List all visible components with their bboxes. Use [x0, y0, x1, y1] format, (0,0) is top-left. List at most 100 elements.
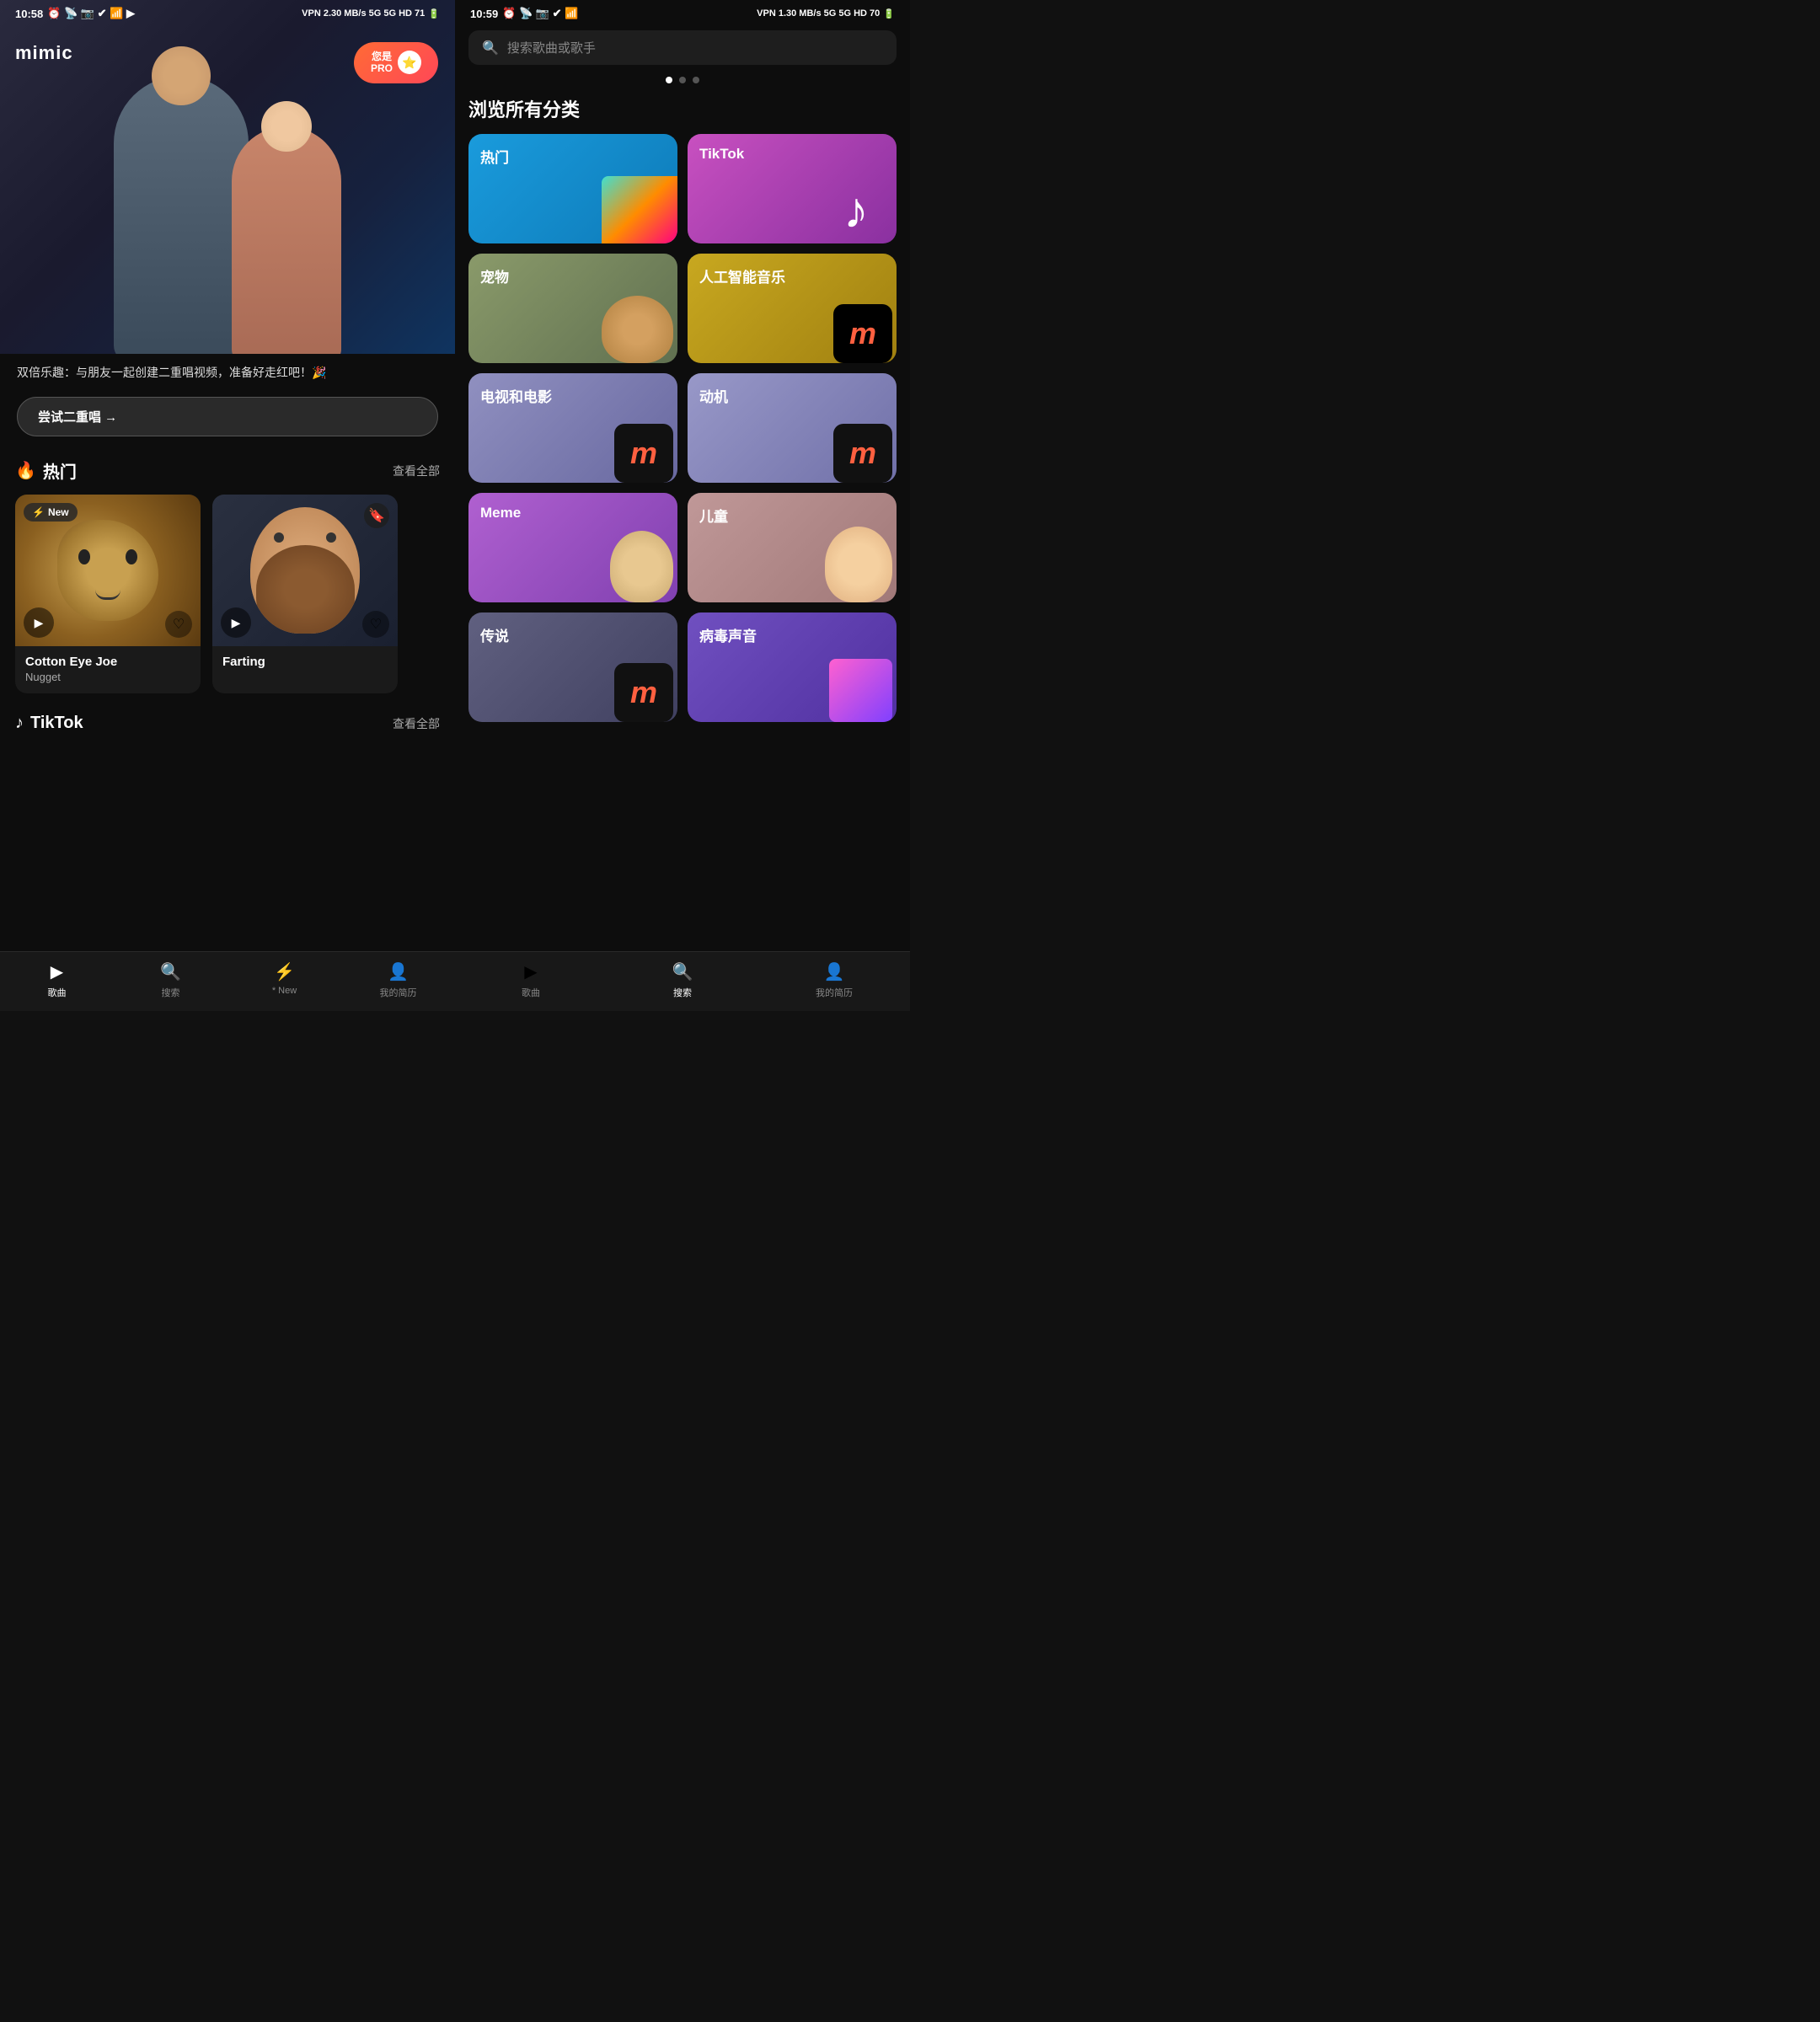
- left-panel: 10:58 ⏰ 📡 📷 ✔ 📶 ▶ VPN 2.30 MB/s 5G 5G HD…: [0, 0, 455, 1011]
- dot-3: [693, 77, 699, 83]
- status-icons-left: ⏰ 📡 📷 ✔ 📶 ▶: [47, 7, 135, 20]
- play-button-cotton[interactable]: ▶: [24, 607, 54, 638]
- cat-viral-label: 病毒声音: [699, 624, 757, 645]
- song-card-farting: 🔖 ▶ ♡ Farting: [212, 495, 398, 693]
- nav-songs-right[interactable]: ▶ 歌曲: [501, 960, 560, 999]
- search-bar[interactable]: 🔍 搜索歌曲或歌手: [468, 30, 897, 65]
- hero-text: 双倍乐趣：与朋友一起创建二重唱视频，准备好走红吧！🎉: [0, 354, 455, 388]
- category-tiktok[interactable]: TikTok ♪: [688, 134, 897, 243]
- status-time-right: 10:59 ⏰ 📡 📷 ✔ 📶: [470, 7, 578, 20]
- farting-beard: [256, 545, 355, 634]
- browse-title: 浏览所有分类: [468, 95, 897, 122]
- search-icon-left: 🔍: [160, 960, 182, 982]
- nav-search-right[interactable]: 🔍 搜索: [653, 960, 712, 999]
- heart-button-farting[interactable]: ♡: [362, 611, 389, 638]
- songs-label-right: 歌曲: [522, 986, 540, 999]
- category-children[interactable]: 儿童: [688, 493, 897, 602]
- nugget-mouth: [95, 590, 120, 600]
- search-label-left: 搜索: [162, 986, 180, 999]
- browse-section: 浏览所有分类 热门 TikTok ♪ 宠物: [455, 95, 910, 951]
- category-ai[interactable]: 人工智能音乐 m: [688, 254, 897, 363]
- app-logo: mimic: [15, 42, 73, 64]
- cat-pet-label: 宠物: [480, 265, 509, 286]
- hot-section-header: 🔥 热门 查看全部: [15, 458, 440, 483]
- farting-character: [250, 507, 360, 634]
- songs-icon-left: ▶: [46, 960, 68, 982]
- cat-hot-label: 热门: [480, 146, 509, 167]
- category-hot[interactable]: 热门: [468, 134, 677, 243]
- category-meme[interactable]: Meme: [468, 493, 677, 602]
- farting-eye-left: [274, 532, 284, 543]
- nav-new-left[interactable]: ⚡ * New: [255, 960, 314, 999]
- song-title-cotton: Cotton Eye Joe: [25, 655, 190, 669]
- pro-badge-text: 您是 PRO: [371, 51, 393, 75]
- cat-children-image: [825, 520, 897, 602]
- cat-motion-image: m: [833, 417, 897, 483]
- search-label-right: 搜索: [673, 986, 692, 999]
- nav-profile-left[interactable]: 👤 我的简历: [369, 960, 428, 999]
- song-title-farting: Farting: [222, 655, 388, 669]
- time-left: 10:58: [15, 8, 43, 20]
- cat-ai-label: 人工智能音乐: [699, 265, 785, 286]
- cat-ai-image: m: [833, 297, 897, 363]
- category-viral[interactable]: 病毒声音: [688, 612, 897, 722]
- status-bar-left: 10:58 ⏰ 📡 📷 ✔ 📶 ▶ VPN 2.30 MB/s 5G 5G HD…: [0, 0, 455, 24]
- song-cards: ⚡ New ▶ ♡ Cotton Eye Joe Nugget: [15, 495, 440, 693]
- category-tv[interactable]: 电视和电影 m: [468, 373, 677, 483]
- play-button-farting[interactable]: ▶: [221, 607, 251, 638]
- search-icon-right: 🔍: [482, 40, 499, 56]
- nugget-character: [57, 520, 158, 621]
- search-bar-wrap: 🔍 搜索歌曲或歌手: [455, 24, 910, 73]
- nav-songs-left[interactable]: ▶ 歌曲: [28, 960, 87, 999]
- farting-eye-right: [326, 532, 336, 543]
- pro-badge[interactable]: 您是 PRO ⭐: [354, 42, 438, 83]
- status-icons-right: ⏰ 📡 📷 ✔ 📶: [502, 7, 578, 20]
- cat-legend-image: m: [614, 656, 677, 722]
- new-badge-cotton: ⚡ New: [24, 503, 78, 522]
- tiktok-icon: ♪: [15, 714, 24, 733]
- status-right-left: VPN 2.30 MB/s 5G 5G HD 71 🔋: [302, 8, 440, 19]
- hot-see-all[interactable]: 查看全部: [393, 463, 440, 479]
- new-icon-left: ⚡: [274, 960, 296, 982]
- cat-children-label: 儿童: [699, 505, 728, 526]
- pagination-dots: [455, 77, 910, 83]
- profile-label-right: 我的简历: [816, 986, 853, 999]
- hot-section: 🔥 热门 查看全部 ⚡ New ▶: [0, 445, 455, 700]
- hot-section-title: 🔥 热门: [15, 458, 77, 483]
- song-info-farting: Farting: [212, 646, 398, 681]
- right-panel: 10:59 ⏰ 📡 📷 ✔ 📶 VPN 1.30 MB/s 5G 5G HD 7…: [455, 0, 910, 1011]
- songs-label-left: 歌曲: [48, 986, 67, 999]
- cat-motion-label: 动机: [699, 385, 728, 406]
- song-artist-cotton: Nugget: [25, 671, 190, 683]
- category-legend[interactable]: 传说 m: [468, 612, 677, 722]
- tiktok-see-all[interactable]: 查看全部: [393, 715, 440, 732]
- try-duet-button[interactable]: 尝试二重唱 →: [17, 397, 438, 436]
- status-time-left: 10:58 ⏰ 📡 📷 ✔ 📶 ▶: [15, 7, 135, 20]
- save-button-farting[interactable]: 🔖: [364, 503, 389, 528]
- cat-tiktok-label: TikTok: [699, 146, 744, 163]
- cat-legend-label: 传说: [480, 624, 509, 645]
- nav-profile-right[interactable]: 👤 我的简历: [805, 960, 864, 999]
- profile-icon-left: 👤: [388, 960, 410, 982]
- tiktok-section-header: ♪ TikTok 查看全部: [15, 714, 440, 733]
- category-pet[interactable]: 宠物: [468, 254, 677, 363]
- pro-badge-icon: ⭐: [398, 51, 421, 74]
- cat-tv-image: m: [614, 417, 677, 483]
- bottom-nav-left: ▶ 歌曲 🔍 搜索 ⚡ * New 👤 我的简历: [0, 951, 455, 1011]
- nav-search-left[interactable]: 🔍 搜索: [142, 960, 201, 999]
- cat-hot-image: [602, 176, 677, 243]
- bottom-nav-right: ▶ 歌曲 🔍 搜索 👤 我的简历: [455, 951, 910, 1011]
- lightning-icon: ⚡: [32, 506, 45, 518]
- new-badge-label: New: [48, 506, 69, 518]
- cat-viral-image: [829, 652, 897, 722]
- status-bar-right: 10:59 ⏰ 📡 📷 ✔ 📶 VPN 1.30 MB/s 5G 5G HD 7…: [455, 0, 910, 24]
- person-right: [232, 126, 341, 354]
- heart-button-cotton[interactable]: ♡: [165, 611, 192, 638]
- hero-section: mimic 您是 PRO ⭐: [0, 0, 455, 354]
- hero-description: 双倍乐趣：与朋友一起创建二重唱视频，准备好走红吧！🎉: [17, 364, 438, 382]
- category-motion[interactable]: 动机 m: [688, 373, 897, 483]
- profile-icon-right: 👤: [823, 960, 845, 982]
- tiktok-section-title: ♪ TikTok: [15, 714, 83, 733]
- cat-tv-label: 电视和电影: [480, 385, 552, 406]
- cat-meme-label: Meme: [480, 505, 521, 522]
